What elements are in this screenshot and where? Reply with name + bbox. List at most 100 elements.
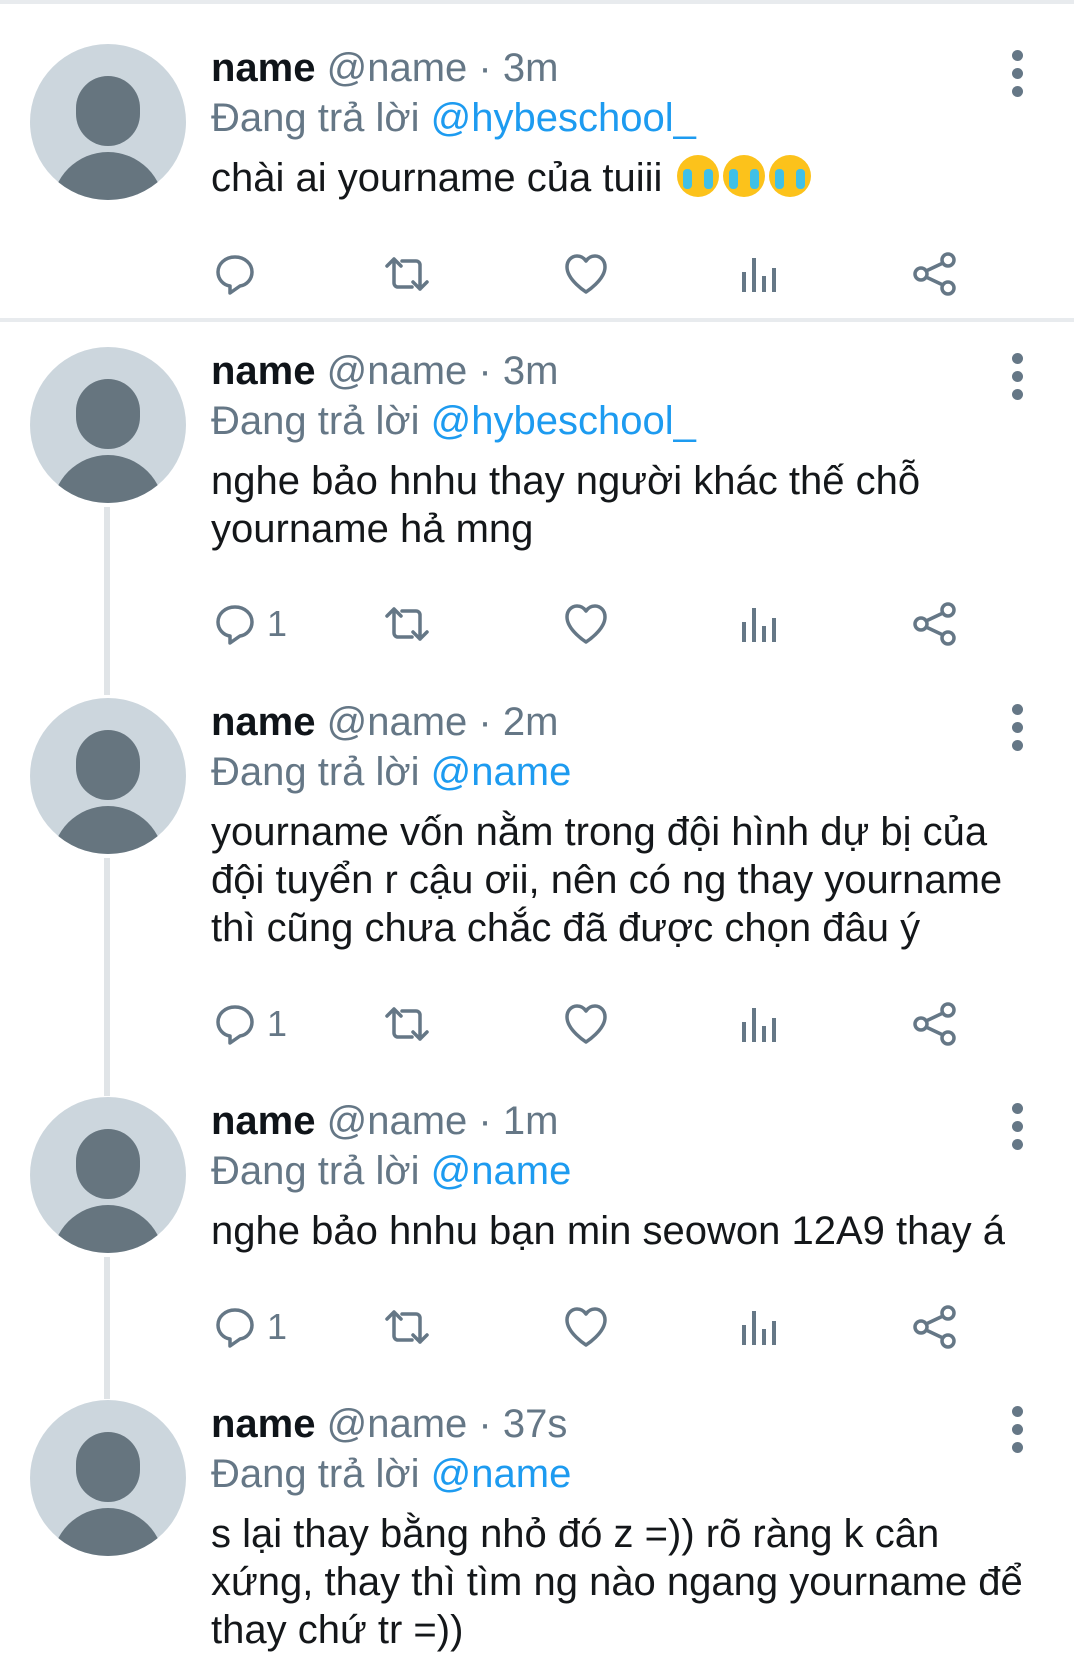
tweet-meta: name @name · 37s	[211, 1400, 1041, 1448]
retweet-icon	[381, 1000, 433, 1048]
timestamp[interactable]: · 2m	[478, 700, 558, 744]
handle[interactable]: @name	[327, 46, 468, 90]
replying-label: Đang trả lời	[211, 750, 420, 794]
like-icon	[562, 250, 610, 298]
tweet-text-content: chài ai yourname của tuiii	[211, 156, 663, 200]
retweet-button[interactable]	[381, 596, 433, 652]
avatar[interactable]	[30, 1400, 186, 1556]
analytics-icon	[738, 600, 782, 648]
tweet-0-actions	[211, 246, 1031, 302]
replying-label: Đang trả lời	[211, 1149, 420, 1193]
share-icon	[911, 1303, 959, 1351]
replying-label: Đang trả lời	[211, 399, 420, 443]
retweet-button[interactable]	[381, 246, 433, 302]
analytics-icon	[738, 1000, 782, 1048]
avatar[interactable]	[30, 1097, 186, 1253]
retweet-icon	[381, 1303, 433, 1351]
timestamp[interactable]: · 37s	[478, 1402, 567, 1446]
replying-to-handle[interactable]: @name	[431, 1452, 572, 1496]
reply-button[interactable]: 1	[211, 596, 287, 652]
analytics-icon	[738, 1303, 782, 1351]
display-name[interactable]: name	[211, 1099, 316, 1143]
reply-icon	[211, 600, 259, 648]
handle[interactable]: @name	[327, 349, 468, 393]
replying-to-handle[interactable]: @hybeschool_	[431, 96, 696, 140]
like-icon	[562, 600, 610, 648]
handle[interactable]: @name	[327, 1402, 468, 1446]
avatar[interactable]	[30, 44, 186, 200]
analytics-button[interactable]	[738, 246, 782, 302]
reply-button[interactable]	[211, 246, 267, 302]
like-button[interactable]	[562, 996, 610, 1052]
display-name[interactable]: name	[211, 1402, 316, 1446]
replying-to: Đang trả lời @hybeschool_	[211, 92, 1041, 144]
reply-count: 1	[267, 603, 288, 644]
replying-to: Đang trả lời @name	[211, 1448, 1041, 1500]
reply-icon	[211, 1000, 259, 1048]
tweet-meta: name @name · 3m	[211, 44, 1041, 92]
replying-label: Đang trả lời	[211, 1452, 420, 1496]
like-button[interactable]	[562, 246, 610, 302]
display-name[interactable]: name	[211, 46, 316, 90]
tweet-3-actions: 1	[211, 1299, 1031, 1355]
more-options-icon[interactable]	[1003, 1103, 1031, 1153]
analytics-button[interactable]	[738, 596, 782, 652]
share-icon	[911, 250, 959, 298]
tweet-text: chài ai yourname của tuiii	[211, 154, 1041, 202]
tweet-text: s lại thay bằng nhỏ đó z =)) rõ ràng k c…	[211, 1512, 1023, 1652]
analytics-button[interactable]	[738, 1299, 782, 1355]
tweet-text: nghe bảo hnhu bạn min seowon 12A9 thay á	[211, 1209, 1005, 1253]
timestamp[interactable]: · 1m	[478, 1099, 558, 1143]
tweet-text: nghe bảo hnhu thay người khác thế chỗ yo…	[211, 459, 921, 551]
tweet-text: yourname vốn nằm trong đội hình dự bị củ…	[211, 810, 1003, 950]
avatar[interactable]	[30, 698, 186, 854]
handle[interactable]: @name	[327, 700, 468, 744]
tweet-divider	[0, 318, 1074, 322]
reply-button[interactable]: 1	[211, 1299, 287, 1355]
share-button[interactable]	[911, 1299, 959, 1355]
more-options-icon[interactable]	[1003, 1406, 1031, 1456]
share-icon	[911, 600, 959, 648]
more-options-icon[interactable]	[1003, 704, 1031, 754]
replying-to: Đang trả lời @hybeschool_	[211, 395, 1041, 447]
thread-line	[104, 858, 110, 1096]
share-button[interactable]	[911, 596, 959, 652]
handle[interactable]: @name	[327, 1099, 468, 1143]
thread-line	[104, 507, 110, 695]
replying-to-handle[interactable]: @hybeschool_	[431, 399, 696, 443]
like-button[interactable]	[562, 1299, 610, 1355]
display-name[interactable]: name	[211, 349, 316, 393]
tweet-meta: name @name · 2m	[211, 698, 1041, 746]
loudly-crying-face-icon	[677, 155, 720, 197]
timestamp[interactable]: · 3m	[478, 46, 558, 90]
more-options-icon[interactable]	[1003, 353, 1031, 403]
share-button[interactable]	[911, 996, 959, 1052]
like-icon	[562, 1000, 610, 1048]
more-options-icon[interactable]	[1003, 50, 1031, 100]
top-divider	[0, 0, 1074, 4]
loudly-crying-face-icon	[723, 155, 766, 197]
display-name[interactable]: name	[211, 700, 316, 744]
share-button[interactable]	[911, 246, 959, 302]
reply-icon	[211, 1303, 259, 1351]
tweet-meta: name @name · 1m	[211, 1097, 1041, 1145]
retweet-button[interactable]	[381, 996, 433, 1052]
retweet-button[interactable]	[381, 1299, 433, 1355]
replying-to: Đang trả lời @name	[211, 1145, 1041, 1197]
like-button[interactable]	[562, 596, 610, 652]
retweet-icon	[381, 250, 433, 298]
thread-line	[104, 1257, 110, 1399]
share-icon	[911, 1000, 959, 1048]
retweet-icon	[381, 600, 433, 648]
analytics-icon	[738, 250, 782, 298]
reply-button[interactable]: 1	[211, 996, 287, 1052]
analytics-button[interactable]	[738, 996, 782, 1052]
like-icon	[562, 1303, 610, 1351]
timestamp[interactable]: · 3m	[478, 349, 558, 393]
replying-to-handle[interactable]: @name	[431, 750, 572, 794]
reply-count: 1	[267, 1003, 288, 1044]
loudly-crying-face-icon	[769, 155, 812, 197]
replying-to-handle[interactable]: @name	[431, 1149, 572, 1193]
avatar[interactable]	[30, 347, 186, 503]
tweet-1-actions: 1	[211, 596, 1031, 652]
